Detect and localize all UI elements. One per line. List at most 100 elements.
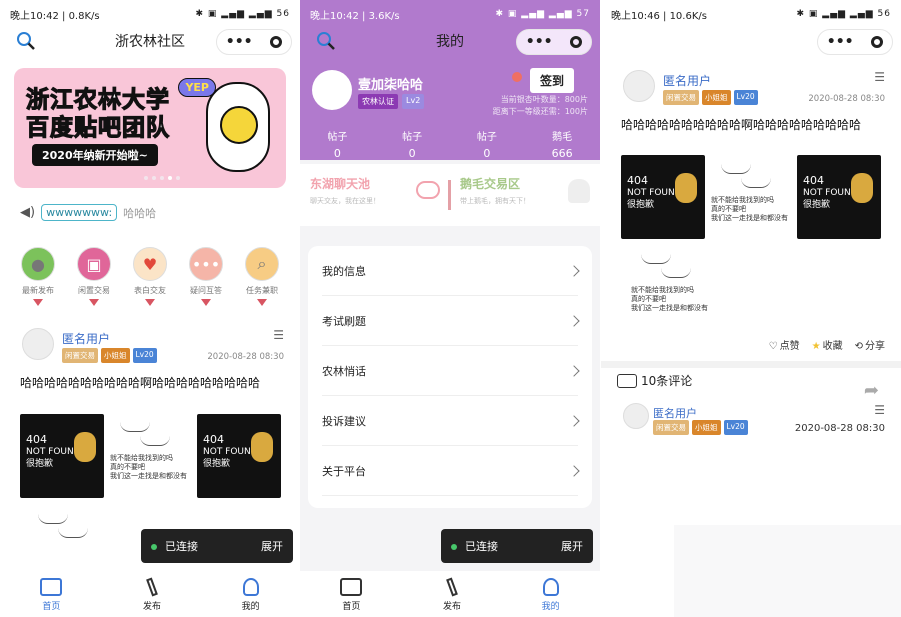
menu-exam[interactable]: 考试刷题 — [322, 296, 580, 346]
menu-whisper[interactable]: 农林悄话 — [322, 346, 580, 396]
menu-icon[interactable]: ☰ — [874, 403, 885, 417]
favorite-button[interactable]: ★ 收藏 — [812, 337, 843, 352]
sign-in-button[interactable]: 签到 — [529, 68, 574, 93]
stat-label: 鹅毛 — [552, 132, 573, 143]
like-button[interactable]: ♡ 点赞 — [769, 337, 800, 352]
more-icon[interactable]: ••• — [827, 34, 854, 50]
post-body: 哈哈哈哈哈哈哈哈哈哈啊哈哈哈哈哈哈哈哈哈 — [621, 118, 862, 132]
action-label: 分享 — [865, 341, 885, 352]
image-text: 就不能给我找到的吗 真的不要吧 我们这一走找是和都没有 — [711, 196, 788, 222]
close-icon[interactable] — [871, 36, 884, 48]
carousel-dots — [144, 176, 180, 180]
post-date: 2020-08-28 08:30 — [207, 352, 284, 362]
capsule-menu[interactable]: ••• — [216, 29, 292, 55]
comment-username[interactable]: 匿名用户 — [653, 405, 697, 421]
heart-icon: ♥ — [133, 247, 167, 281]
avatar[interactable] — [22, 328, 54, 360]
post-username[interactable]: 匿名用户 — [663, 72, 711, 89]
chevron-right-icon — [568, 364, 580, 377]
category-label: 闲置交易 — [78, 286, 110, 295]
chat-bubble-icon — [416, 181, 440, 199]
tag: 小姐姐 — [692, 420, 721, 435]
tab-home[interactable]: 首页 — [40, 578, 63, 612]
post-image[interactable]: 就不能给我找到的吗 真的不要吧 我们这一走找是和都没有 — [631, 250, 715, 334]
post-image[interactable] — [28, 510, 112, 570]
expand-button[interactable]: 展开 — [261, 538, 283, 554]
category-qa[interactable]: ••• 疑问互答 — [182, 247, 230, 306]
tag: 农林认证 — [358, 94, 398, 109]
category-label: 表白交友 — [134, 286, 166, 295]
post-actions: ♡ 点赞 ★ 收藏 ⟲ 分享 — [769, 337, 885, 352]
tag: Lv20 — [723, 420, 748, 435]
category-dating[interactable]: ♥ 表白交友 — [126, 247, 174, 306]
post-image[interactable]: 就不能给我找到的吗 真的不要吧 我们这一走找是和都没有 — [110, 418, 194, 502]
tag: Lv20 — [733, 90, 758, 105]
capsule-menu[interactable]: ••• — [516, 29, 592, 55]
post-image[interactable]: 404 NOT FOUND 很抱歉 — [20, 414, 104, 498]
search-icon[interactable] — [16, 31, 36, 51]
chevron-right-icon — [568, 314, 580, 327]
status-bar: 晚上10:42 | 3.6K/s ✱ ▣ ▂▄▆ ▂▄▆ 57 — [310, 9, 590, 22]
post-image[interactable]: 404 NOT FOUND 很抱歉 — [621, 155, 705, 239]
tab-mine[interactable]: 我的 — [542, 578, 560, 612]
avatar[interactable] — [623, 70, 655, 102]
status-bar: 晚上10:46 | 10.6K/s ✱ ▣ ▂▄▆ ▂▄▆ 56 — [611, 9, 891, 22]
goose-icon — [568, 179, 590, 203]
stat-item[interactable]: 帖子 0 — [402, 128, 422, 160]
notice-bar[interactable]: ◀) wwwwwww: 哈哈哈 — [20, 204, 156, 221]
egg-mascot-icon — [206, 82, 270, 172]
back-arrow-icon[interactable]: ➦ — [864, 380, 879, 401]
menu-my-info[interactable]: 我的信息 — [322, 246, 580, 296]
share-button[interactable]: ⟲ 分享 — [855, 337, 885, 352]
tab-mine[interactable]: 我的 — [242, 578, 260, 612]
search-icon: ⌕ — [245, 247, 279, 281]
status-speed: 0.8K/s — [68, 10, 100, 22]
avatar[interactable] — [312, 70, 352, 110]
menu-feedback[interactable]: 投诉建议 — [322, 396, 580, 446]
stat-item[interactable]: 帖子 0 — [477, 128, 497, 160]
avatar[interactable] — [623, 403, 649, 429]
post-image[interactable]: 404 NOT FOUND 很抱歉 — [797, 155, 881, 239]
connection-toast[interactable]: 已连接 展开 — [441, 529, 593, 563]
post-username[interactable]: 匿名用户 — [62, 330, 110, 347]
next-level: 距离下一等级还需：100片 — [492, 107, 588, 116]
stat-item[interactable]: 鹅毛 666 — [552, 128, 573, 160]
tab-home[interactable]: 首页 — [340, 578, 363, 612]
tab-post[interactable]: 发布 — [143, 577, 161, 612]
tab-label: 首页 — [342, 602, 361, 612]
menu-icon[interactable]: ☰ — [273, 328, 284, 342]
category-jobs[interactable]: ⌕ 任务兼职 — [238, 247, 286, 306]
menu-about[interactable]: 关于平台 — [322, 446, 580, 496]
menu-label: 考试刷题 — [322, 314, 366, 328]
notice-text: 哈哈哈 — [123, 206, 157, 220]
status-speed: 3.6K/s — [368, 10, 400, 22]
banner-subtitle: 2020年纳新开始啦~ — [32, 144, 158, 166]
category-row: ● 最新发布 ▣ 闲置交易 ♥ 表白交友 ••• 疑问互答 ⌕ 任务兼职 — [14, 247, 286, 306]
trade-area-card[interactable]: 鹅毛交易区 带上鹅毛，拥有天下！ — [460, 175, 590, 215]
more-icon[interactable]: ••• — [226, 34, 253, 50]
category-latest[interactable]: ● 最新发布 — [14, 247, 62, 306]
category-label: 任务兼职 — [246, 286, 278, 295]
close-icon[interactable] — [570, 36, 583, 48]
connection-toast[interactable]: 已连接 展开 — [141, 529, 293, 563]
post-image[interactable]: 404 NOT FOUND 很抱歉 — [197, 414, 281, 498]
stat-value: 0 — [483, 147, 491, 160]
stat-item[interactable]: 帖子 0 — [327, 128, 347, 160]
more-icon[interactable]: ••• — [526, 34, 553, 50]
banner-carousel[interactable]: 浙江农林大学 百度贴吧团队 2020年纳新开始啦~ YEP — [14, 68, 286, 188]
category-trade[interactable]: ▣ 闲置交易 — [70, 247, 118, 306]
tab-post[interactable]: 发布 — [443, 577, 461, 612]
search-icon[interactable] — [316, 31, 336, 51]
post-body: 哈哈哈哈哈哈哈哈哈哈啊哈哈哈哈哈哈哈哈哈 — [20, 376, 261, 390]
close-icon[interactable] — [270, 36, 283, 48]
tab-label: 我的 — [241, 602, 260, 612]
status-time: 晚上10:42 — [10, 10, 59, 22]
home-screen: 晚上10:42 | 0.8K/s ✱ ▣ ▂▄▆ ▂▄▆ 56 浙农林社区 ••… — [0, 0, 300, 617]
chat-pool-card[interactable]: 东湖聊天池 聊天交友，我在这里！ — [310, 175, 440, 215]
post-image[interactable]: 就不能给我找到的吗 真的不要吧 我们这一走找是和都没有 — [711, 160, 795, 244]
menu-icon[interactable]: ☰ — [874, 70, 885, 84]
capsule-menu[interactable]: ••• — [817, 29, 893, 55]
tag: 小姐姐 — [702, 90, 731, 105]
expand-button[interactable]: 展开 — [561, 538, 583, 554]
divider — [448, 180, 451, 210]
